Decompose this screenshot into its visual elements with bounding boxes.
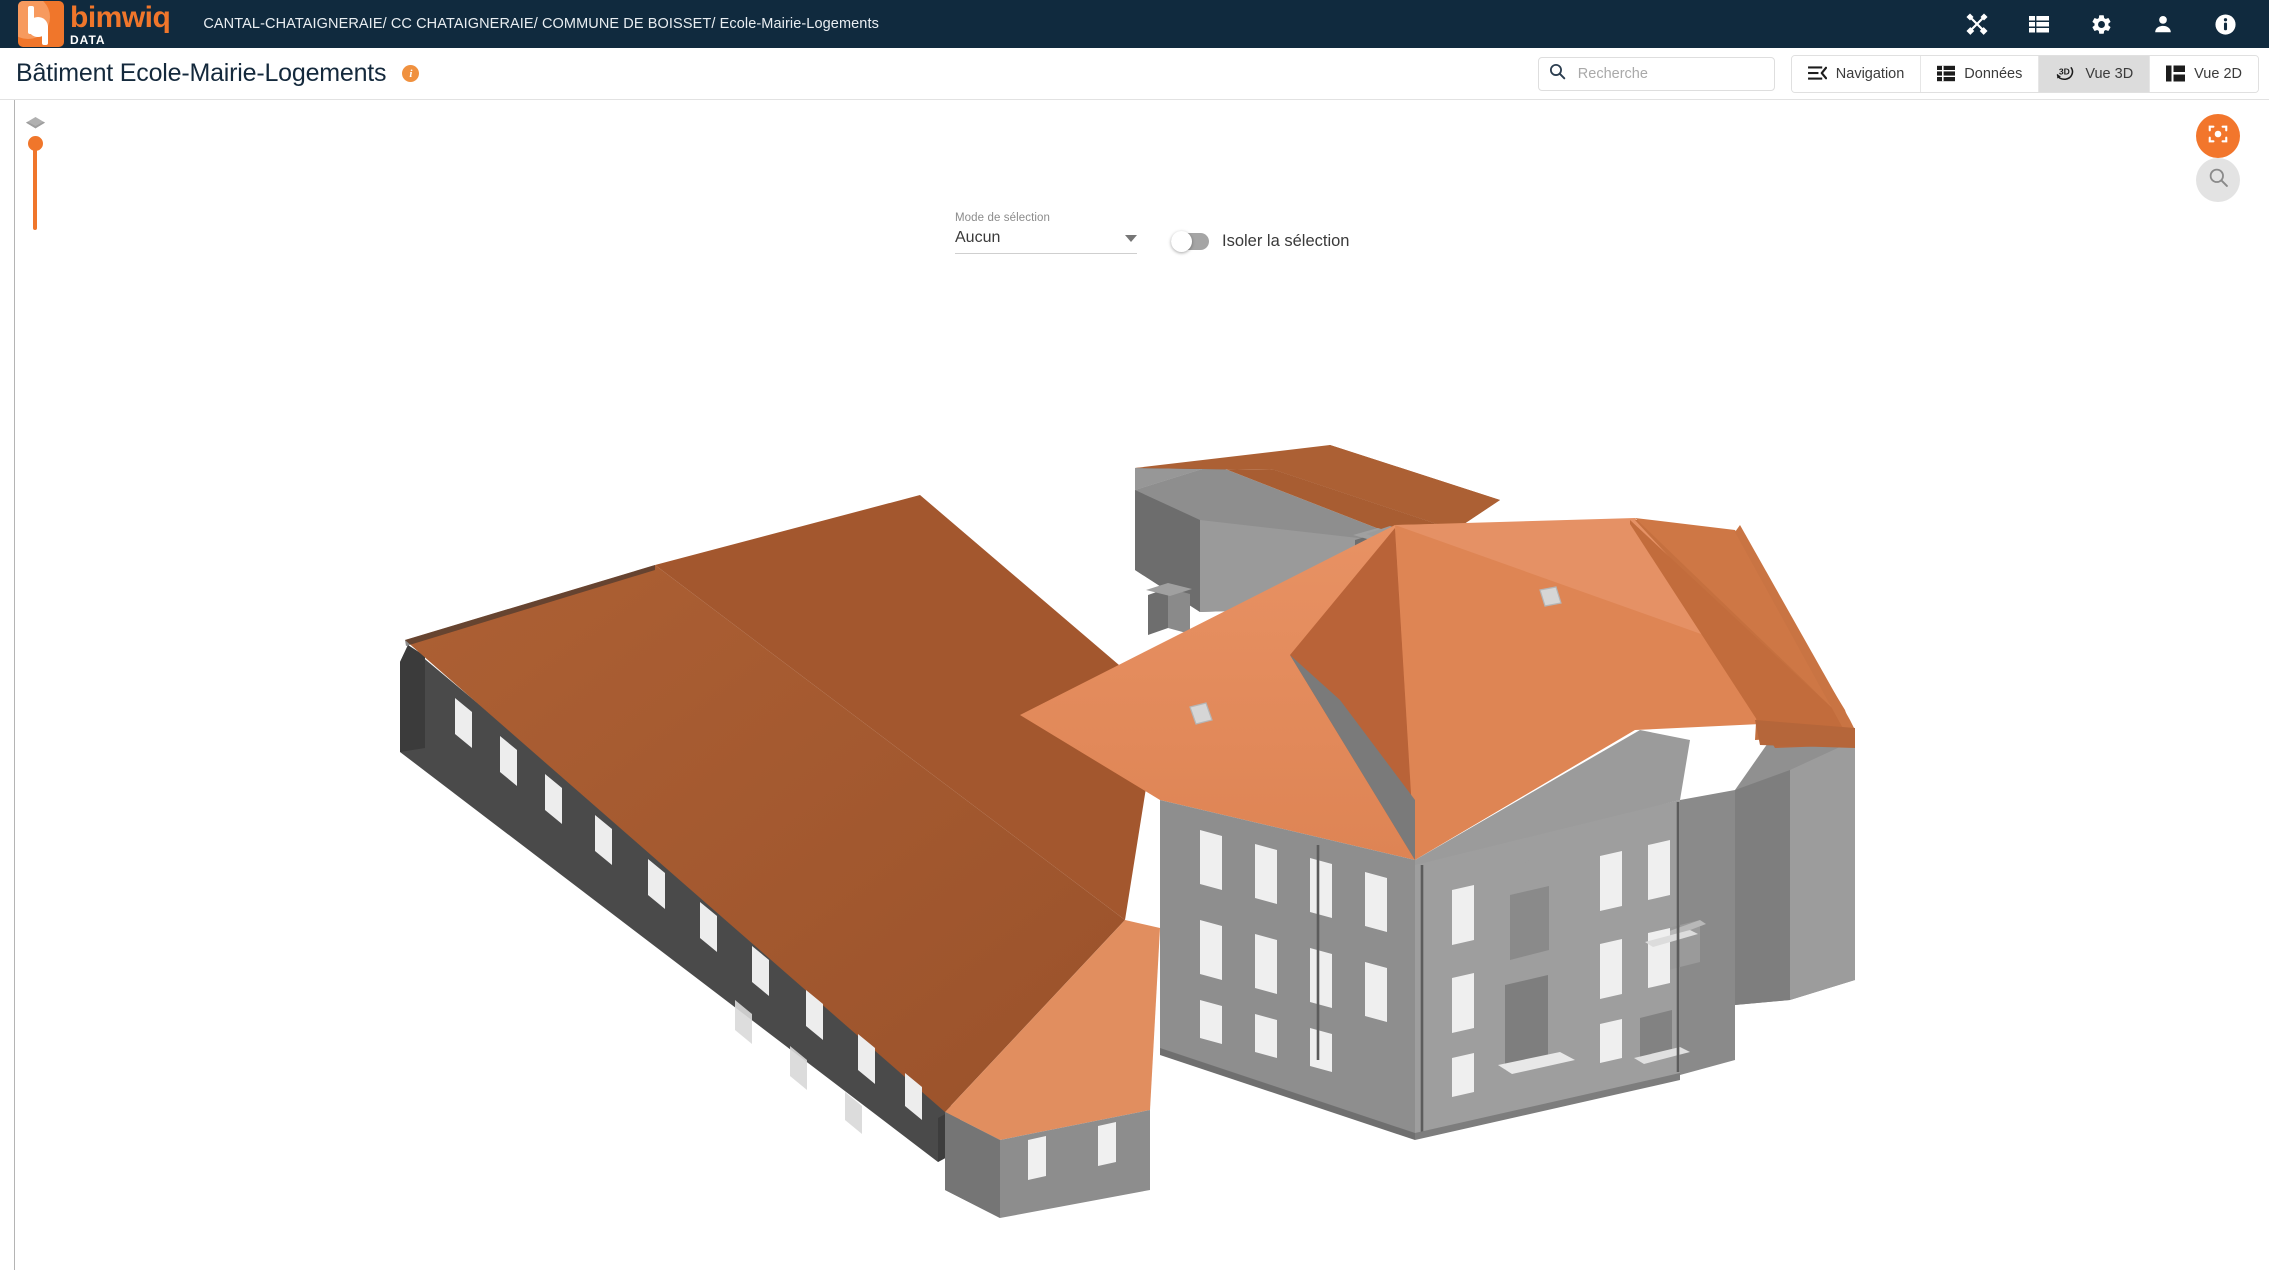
right-block-front — [1790, 740, 1855, 1000]
title-info-badge[interactable]: i — [402, 65, 420, 82]
tools-icon[interactable] — [1965, 12, 1989, 36]
navigation-collapse-icon — [1807, 65, 1827, 82]
breadcrumb[interactable]: CANTAL-CHATAIGNERAIE/ CC CHATAIGNERAIE/ … — [203, 16, 879, 32]
view-3d-icon: 3D — [2055, 64, 2076, 83]
arched-window-body — [1510, 886, 1549, 960]
user-icon[interactable] — [2151, 12, 2175, 36]
wing-gable-wall — [400, 645, 425, 752]
list-icon[interactable] — [2027, 12, 2051, 36]
view-3d-button[interactable]: 3D Vue 3D — [2039, 55, 2151, 92]
view-2d-button-label: Vue 2D — [2194, 65, 2242, 82]
toolbar-right-group: Navigation Données 3D — [1537, 54, 2259, 93]
navigation-button-label: Navigation — [1835, 65, 1905, 82]
app-logo[interactable]: bimwiq DATA — [18, 0, 171, 48]
page-toolbar: Bâtiment Ecole-Mairie-Logements i Recher… — [0, 48, 2269, 100]
data-button[interactable]: Données — [1921, 55, 2040, 92]
logo-name: bimwiq — [70, 0, 171, 34]
view-2d-icon — [2166, 65, 2186, 82]
view-3d-button-label: Vue 3D — [2085, 65, 2134, 82]
main-door — [1505, 975, 1548, 1070]
right-block-side — [1735, 770, 1790, 1005]
logo-mark-icon — [18, 1, 64, 47]
data-button-label: Données — [1964, 65, 2023, 82]
navigation-button[interactable]: Navigation — [1791, 55, 1922, 92]
view-button-group: Navigation Données 3D Vue 3D Vue 2D — [1790, 54, 2259, 93]
search-box[interactable] — [1537, 56, 1775, 91]
gear-icon[interactable] — [2089, 12, 2113, 36]
building-3d-model[interactable] — [0, 100, 2269, 1270]
search-icon — [1549, 63, 1566, 85]
header-icon-group — [1965, 12, 2237, 36]
top-header-bar: bimwiq DATA CANTAL-CHATAIGNERAIE/ CC CHA… — [0, 0, 2269, 48]
logo-subtitle: DATA — [70, 32, 106, 47]
view-2d-button[interactable]: Vue 2D — [2150, 55, 2258, 92]
data-list-icon — [1937, 65, 1956, 82]
model-viewport[interactable]: Mode de sélection Aucun Isoler la sélect… — [0, 100, 2269, 1270]
svg-text:3D: 3D — [2059, 66, 2070, 76]
info-icon[interactable] — [2213, 12, 2237, 36]
search-input[interactable] — [1577, 65, 1764, 82]
page-title: Bâtiment Ecole-Mairie-Logements — [16, 59, 387, 87]
